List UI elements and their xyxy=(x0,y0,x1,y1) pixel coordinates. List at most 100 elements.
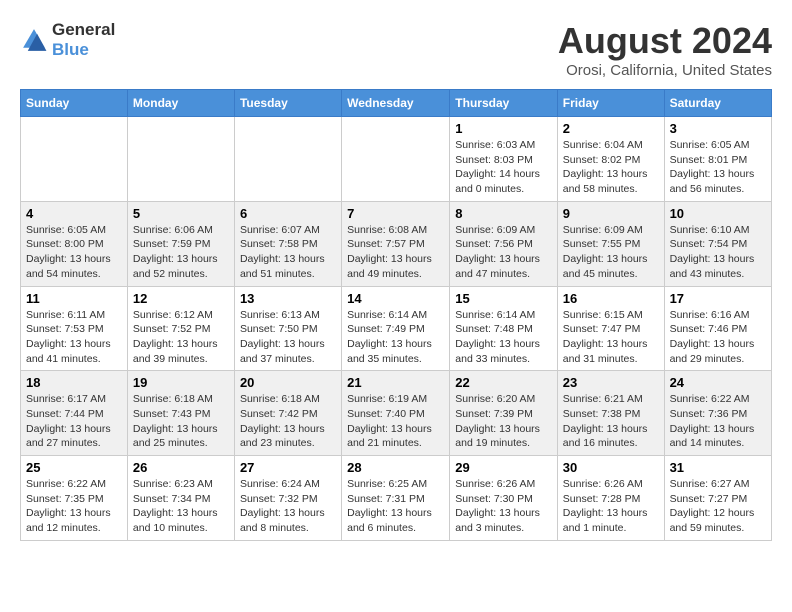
page-header: General Blue August 2024 Orosi, Californ… xyxy=(20,20,772,79)
day-info: Sunrise: 6:15 AMSunset: 7:47 PMDaylight:… xyxy=(563,308,659,367)
day-info: Sunrise: 6:03 AMSunset: 8:03 PMDaylight:… xyxy=(455,138,552,197)
calendar-cell: 11 Sunrise: 6:11 AMSunset: 7:53 PMDayligh… xyxy=(21,286,128,371)
day-info: Sunrise: 6:21 AMSunset: 7:38 PMDaylight:… xyxy=(563,392,659,451)
calendar-cell: 31 Sunrise: 6:27 AMSunset: 7:27 PMDayligh… xyxy=(664,456,771,541)
calendar-week-row: 18 Sunrise: 6:17 AMSunset: 7:44 PMDayligh… xyxy=(21,371,772,456)
day-number: 21 xyxy=(347,375,444,390)
day-info: Sunrise: 6:26 AMSunset: 7:28 PMDaylight:… xyxy=(563,477,659,536)
calendar-cell: 29 Sunrise: 6:26 AMSunset: 7:30 PMDayligh… xyxy=(450,456,558,541)
day-info: Sunrise: 6:07 AMSunset: 7:58 PMDaylight:… xyxy=(240,223,336,282)
calendar-cell: 27 Sunrise: 6:24 AMSunset: 7:32 PMDayligh… xyxy=(234,456,341,541)
day-info: Sunrise: 6:20 AMSunset: 7:39 PMDaylight:… xyxy=(455,392,552,451)
day-info: Sunrise: 6:14 AMSunset: 7:49 PMDaylight:… xyxy=(347,308,444,367)
calendar-week-row: 1Sunrise: 6:03 AMSunset: 8:03 PMDaylight… xyxy=(21,117,772,202)
calendar-cell xyxy=(234,117,341,202)
day-number: 18 xyxy=(26,375,122,390)
calendar-cell: 13 Sunrise: 6:13 AMSunset: 7:50 PMDayligh… xyxy=(234,286,341,371)
calendar-cell: 14 Sunrise: 6:14 AMSunset: 7:49 PMDayligh… xyxy=(342,286,450,371)
day-number: 27 xyxy=(240,460,336,475)
day-number: 22 xyxy=(455,375,552,390)
calendar-header: SundayMondayTuesdayWednesdayThursdayFrid… xyxy=(21,90,772,117)
calendar-cell: 20 Sunrise: 6:18 AMSunset: 7:42 PMDayligh… xyxy=(234,371,341,456)
day-info: Sunrise: 6:17 AMSunset: 7:44 PMDaylight:… xyxy=(26,392,122,451)
calendar-cell: 28Sunrise: 6:25 AMSunset: 7:31 PMDayligh… xyxy=(342,456,450,541)
calendar-week-row: 11 Sunrise: 6:11 AMSunset: 7:53 PMDayligh… xyxy=(21,286,772,371)
day-number: 10 xyxy=(670,206,766,221)
day-info: Sunrise: 6:24 AMSunset: 7:32 PMDaylight:… xyxy=(240,477,336,536)
day-info: Sunrise: 6:04 AMSunset: 8:02 PMDaylight:… xyxy=(563,138,659,197)
calendar-cell: 16 Sunrise: 6:15 AMSunset: 7:47 PMDayligh… xyxy=(557,286,664,371)
day-info: Sunrise: 6:11 AMSunset: 7:53 PMDaylight:… xyxy=(26,308,122,367)
day-number: 20 xyxy=(240,375,336,390)
logo-icon xyxy=(20,26,48,54)
day-number: 7 xyxy=(347,206,444,221)
day-number: 13 xyxy=(240,291,336,306)
day-info: Sunrise: 6:23 AMSunset: 7:34 PMDaylight:… xyxy=(133,477,229,536)
day-info: Sunrise: 6:12 AMSunset: 7:52 PMDaylight:… xyxy=(133,308,229,367)
calendar-cell: 15 Sunrise: 6:14 AMSunset: 7:48 PMDayligh… xyxy=(450,286,558,371)
weekday-header-sunday: Sunday xyxy=(21,90,128,117)
day-info: Sunrise: 6:26 AMSunset: 7:30 PMDaylight:… xyxy=(455,477,552,536)
weekday-header-friday: Friday xyxy=(557,90,664,117)
day-number: 25 xyxy=(26,460,122,475)
day-info: Sunrise: 6:18 AMSunset: 7:43 PMDaylight:… xyxy=(133,392,229,451)
day-info: Sunrise: 6:27 AMSunset: 7:27 PMDaylight:… xyxy=(670,477,766,536)
day-info: Sunrise: 6:22 AMSunset: 7:35 PMDaylight:… xyxy=(26,477,122,536)
main-title: August 2024 xyxy=(558,20,772,62)
logo-text: General Blue xyxy=(52,20,115,60)
calendar-cell: 10 Sunrise: 6:10 AMSunset: 7:54 PMDayligh… xyxy=(664,201,771,286)
calendar-cell: 8Sunrise: 6:09 AMSunset: 7:56 PMDaylight… xyxy=(450,201,558,286)
day-info: Sunrise: 6:05 AMSunset: 8:00 PMDaylight:… xyxy=(26,223,122,282)
weekday-header-tuesday: Tuesday xyxy=(234,90,341,117)
day-number: 23 xyxy=(563,375,659,390)
day-info: Sunrise: 6:13 AMSunset: 7:50 PMDaylight:… xyxy=(240,308,336,367)
weekday-header-row: SundayMondayTuesdayWednesdayThursdayFrid… xyxy=(21,90,772,117)
calendar-cell: 9 Sunrise: 6:09 AMSunset: 7:55 PMDaylight… xyxy=(557,201,664,286)
calendar-cell: 24Sunrise: 6:22 AMSunset: 7:36 PMDayligh… xyxy=(664,371,771,456)
calendar-cell: 6Sunrise: 6:07 AMSunset: 7:58 PMDaylight… xyxy=(234,201,341,286)
day-info: Sunrise: 6:22 AMSunset: 7:36 PMDaylight:… xyxy=(670,392,766,451)
day-number: 26 xyxy=(133,460,229,475)
day-number: 15 xyxy=(455,291,552,306)
calendar-cell: 23 Sunrise: 6:21 AMSunset: 7:38 PMDayligh… xyxy=(557,371,664,456)
day-number: 12 xyxy=(133,291,229,306)
subtitle: Orosi, California, United States xyxy=(558,62,772,79)
day-number: 16 xyxy=(563,291,659,306)
day-info: Sunrise: 6:18 AMSunset: 7:42 PMDaylight:… xyxy=(240,392,336,451)
weekday-header-wednesday: Wednesday xyxy=(342,90,450,117)
calendar-week-row: 25 Sunrise: 6:22 AMSunset: 7:35 PMDayligh… xyxy=(21,456,772,541)
day-info: Sunrise: 6:14 AMSunset: 7:48 PMDaylight:… xyxy=(455,308,552,367)
day-info: Sunrise: 6:25 AMSunset: 7:31 PMDaylight:… xyxy=(347,477,444,536)
day-number: 11 xyxy=(26,291,122,306)
title-block: August 2024 Orosi, California, United St… xyxy=(558,20,772,79)
weekday-header-thursday: Thursday xyxy=(450,90,558,117)
calendar-cell: 18 Sunrise: 6:17 AMSunset: 7:44 PMDayligh… xyxy=(21,371,128,456)
day-number: 5 xyxy=(133,206,229,221)
day-number: 2 xyxy=(563,121,659,136)
day-info: Sunrise: 6:09 AMSunset: 7:56 PMDaylight:… xyxy=(455,223,552,282)
calendar-cell xyxy=(127,117,234,202)
day-number: 4 xyxy=(26,206,122,221)
calendar-cell: 22 Sunrise: 6:20 AMSunset: 7:39 PMDayligh… xyxy=(450,371,558,456)
calendar-cell xyxy=(342,117,450,202)
weekday-header-monday: Monday xyxy=(127,90,234,117)
calendar-cell: 21Sunrise: 6:19 AMSunset: 7:40 PMDayligh… xyxy=(342,371,450,456)
day-info: Sunrise: 6:10 AMSunset: 7:54 PMDaylight:… xyxy=(670,223,766,282)
calendar-cell: 5 Sunrise: 6:06 AMSunset: 7:59 PMDaylight… xyxy=(127,201,234,286)
day-number: 29 xyxy=(455,460,552,475)
day-info: Sunrise: 6:06 AMSunset: 7:59 PMDaylight:… xyxy=(133,223,229,282)
calendar-body: 1Sunrise: 6:03 AMSunset: 8:03 PMDaylight… xyxy=(21,117,772,541)
day-number: 9 xyxy=(563,206,659,221)
calendar-cell: 17Sunrise: 6:16 AMSunset: 7:46 PMDayligh… xyxy=(664,286,771,371)
calendar-cell: 25 Sunrise: 6:22 AMSunset: 7:35 PMDayligh… xyxy=(21,456,128,541)
calendar-table: SundayMondayTuesdayWednesdayThursdayFrid… xyxy=(20,89,772,541)
day-number: 31 xyxy=(670,460,766,475)
day-number: 14 xyxy=(347,291,444,306)
weekday-header-saturday: Saturday xyxy=(664,90,771,117)
calendar-week-row: 4 Sunrise: 6:05 AMSunset: 8:00 PMDaylight… xyxy=(21,201,772,286)
calendar-cell: 3Sunrise: 6:05 AMSunset: 8:01 PMDaylight… xyxy=(664,117,771,202)
calendar-cell xyxy=(21,117,128,202)
logo: General Blue xyxy=(20,20,115,60)
day-info: Sunrise: 6:09 AMSunset: 7:55 PMDaylight:… xyxy=(563,223,659,282)
calendar-cell: 26 Sunrise: 6:23 AMSunset: 7:34 PMDayligh… xyxy=(127,456,234,541)
